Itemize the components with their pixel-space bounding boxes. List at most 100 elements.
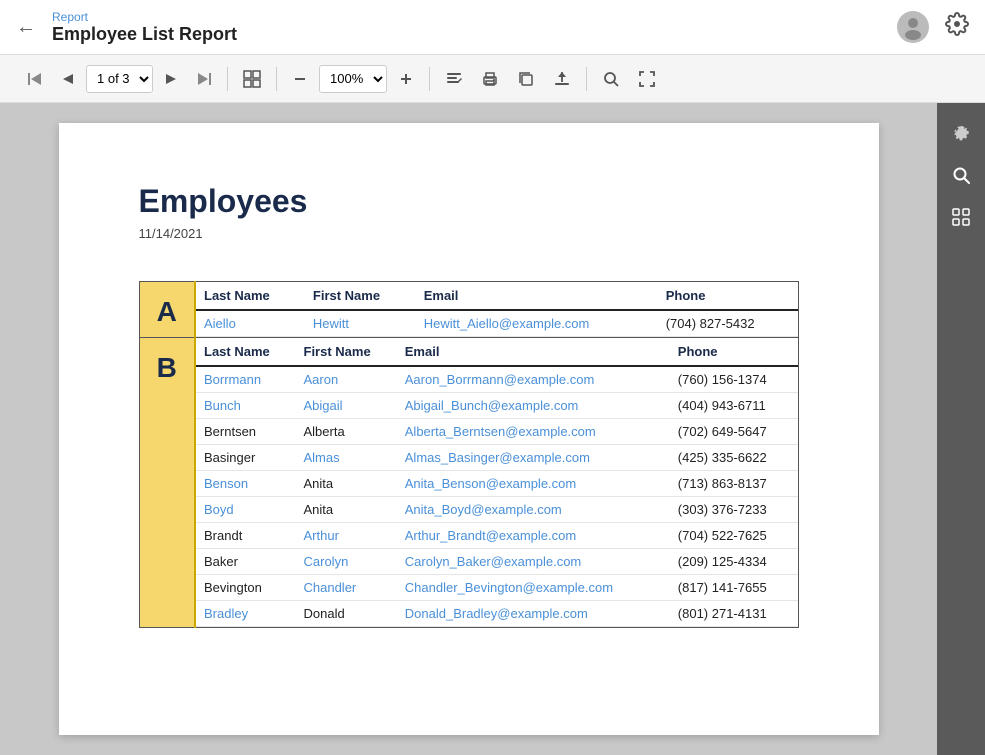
first-name-cell: Anita bbox=[296, 497, 397, 523]
print-button[interactable] bbox=[474, 65, 506, 93]
last-name-cell: Borrmann bbox=[196, 366, 296, 393]
col-email-b: Email bbox=[397, 338, 670, 366]
first-name-cell: Chandler bbox=[296, 575, 397, 601]
page-selector[interactable]: 1 of 3 2 of 3 3 of 3 bbox=[86, 65, 153, 93]
phone-cell: (702) 649-5647 bbox=[670, 419, 798, 445]
divider-1 bbox=[227, 67, 228, 91]
table-row: Basinger Almas Almas_Basinger@example.co… bbox=[196, 445, 798, 471]
table-row: Benson Anita Anita_Benson@example.com (7… bbox=[196, 471, 798, 497]
sidebar-search-button[interactable] bbox=[943, 157, 979, 193]
email-cell: Anita_Boyd@example.com bbox=[397, 497, 670, 523]
avatar bbox=[897, 11, 929, 43]
export-button[interactable] bbox=[546, 65, 578, 93]
email-cell: Aaron_Borrmann@example.com bbox=[397, 366, 670, 393]
last-page-button[interactable] bbox=[189, 66, 219, 92]
table-row: Borrmann Aaron Aaron_Borrmann@example.co… bbox=[196, 366, 798, 393]
report-title: Employees bbox=[139, 183, 799, 220]
col-first-name-b: First Name bbox=[296, 338, 397, 366]
report-viewer[interactable]: Employees 11/14/2021 A Last Name First N… bbox=[0, 103, 937, 755]
report-page: Employees 11/14/2021 A Last Name First N… bbox=[59, 123, 879, 735]
app-header: ← Report Employee List Report bbox=[0, 0, 985, 55]
section-b-table: B Last Name First Name Email Phone bbox=[139, 338, 799, 628]
first-name-cell: Arthur bbox=[296, 523, 397, 549]
email-cell: Abigail_Bunch@example.com bbox=[397, 393, 670, 419]
header-right bbox=[897, 11, 969, 43]
col-phone-a: Phone bbox=[658, 282, 798, 310]
col-last-name-a: Last Name bbox=[196, 282, 305, 310]
section-a-label: A bbox=[139, 282, 195, 338]
email-cell: Donald_Bradley@example.com bbox=[397, 601, 670, 627]
edit-button[interactable] bbox=[438, 65, 470, 93]
table-row: Baker Carolyn Carolyn_Baker@example.com … bbox=[196, 549, 798, 575]
email-cell: Almas_Basinger@example.com bbox=[397, 445, 670, 471]
first-name-cell: Almas bbox=[296, 445, 397, 471]
section-b-inner: Last Name First Name Email Phone Borrman… bbox=[196, 338, 798, 627]
first-name-cell: Donald bbox=[296, 601, 397, 627]
table-row: Aiello Hewitt Hewitt_Aiello@example.com … bbox=[196, 310, 798, 337]
sidebar-settings-button[interactable] bbox=[943, 115, 979, 151]
phone-cell: (760) 156-1374 bbox=[670, 366, 798, 393]
search-button[interactable] bbox=[595, 65, 627, 93]
email-cell: Chandler_Bevington@example.com bbox=[397, 575, 670, 601]
section-a-table: A Last Name First Name Email Phone bbox=[139, 281, 799, 338]
phone-cell: (303) 376-7233 bbox=[670, 497, 798, 523]
main-area: Employees 11/14/2021 A Last Name First N… bbox=[0, 103, 985, 755]
phone-cell: (817) 141-7655 bbox=[670, 575, 798, 601]
breadcrumb: Report bbox=[52, 10, 237, 24]
section-a-content: Last Name First Name Email Phone Aiello bbox=[195, 282, 798, 338]
first-name-cell: Abigail bbox=[296, 393, 397, 419]
page-title: Employee List Report bbox=[52, 24, 237, 45]
divider-3 bbox=[429, 67, 430, 91]
col-first-name-a: First Name bbox=[305, 282, 416, 310]
first-name-cell: Carolyn bbox=[296, 549, 397, 575]
table-row: Bunch Abigail Abigail_Bunch@example.com … bbox=[196, 393, 798, 419]
last-name-cell: Bevington bbox=[196, 575, 296, 601]
last-name-cell: Benson bbox=[196, 471, 296, 497]
table-row: Bevington Chandler Chandler_Bevington@ex… bbox=[196, 575, 798, 601]
email-cell: Anita_Benson@example.com bbox=[397, 471, 670, 497]
phone-cell: (425) 335-6622 bbox=[670, 445, 798, 471]
phone-cell: (209) 125-4334 bbox=[670, 549, 798, 575]
last-name-cell: Bradley bbox=[196, 601, 296, 627]
table-row: Berntsen Alberta Alberta_Berntsen@exampl… bbox=[196, 419, 798, 445]
email-cell: Hewitt_Aiello@example.com bbox=[416, 310, 658, 337]
table-row: Bradley Donald Donald_Bradley@example.co… bbox=[196, 601, 798, 627]
table-row: Brandt Arthur Arthur_Brandt@example.com … bbox=[196, 523, 798, 549]
phone-cell: (704) 522-7625 bbox=[670, 523, 798, 549]
section-a-col-header: Last Name First Name Email Phone bbox=[196, 282, 798, 310]
prev-page-button[interactable] bbox=[54, 67, 82, 91]
sidebar-tree-button[interactable] bbox=[943, 199, 979, 235]
col-email-a: Email bbox=[416, 282, 658, 310]
zoom-out-button[interactable] bbox=[285, 66, 315, 92]
first-page-button[interactable] bbox=[20, 66, 50, 92]
section-a-inner: Last Name First Name Email Phone Aiello bbox=[196, 282, 798, 337]
last-name-cell: Basinger bbox=[196, 445, 296, 471]
phone-cell: (801) 271-4131 bbox=[670, 601, 798, 627]
header-title-block: Report Employee List Report bbox=[52, 10, 237, 45]
phone-cell: (704) 827-5432 bbox=[658, 310, 798, 337]
email-cell: Arthur_Brandt@example.com bbox=[397, 523, 670, 549]
zoom-in-button[interactable] bbox=[391, 66, 421, 92]
layout-button[interactable] bbox=[236, 65, 268, 93]
last-name-cell: Aiello bbox=[196, 310, 305, 337]
back-button[interactable]: ← bbox=[16, 16, 40, 39]
report-date: 11/14/2021 bbox=[139, 226, 799, 241]
section-b-row: B Last Name First Name Email Phone bbox=[139, 338, 798, 628]
copy-button[interactable] bbox=[510, 65, 542, 93]
right-sidebar bbox=[937, 103, 985, 755]
divider-2 bbox=[276, 67, 277, 91]
divider-4 bbox=[586, 67, 587, 91]
email-cell: Carolyn_Baker@example.com bbox=[397, 549, 670, 575]
table-row: Boyd Anita Anita_Boyd@example.com (303) … bbox=[196, 497, 798, 523]
zoom-selector[interactable]: 50% 75% 100% 125% 150% 200% bbox=[319, 65, 387, 93]
first-name-cell: Hewitt bbox=[305, 310, 416, 337]
last-name-cell: Bunch bbox=[196, 393, 296, 419]
toolbar: 1 of 3 2 of 3 3 of 3 50% 75% 100% 125% 1… bbox=[0, 55, 985, 103]
phone-cell: (404) 943-6711 bbox=[670, 393, 798, 419]
fullscreen-button[interactable] bbox=[631, 65, 663, 93]
last-name-cell: Baker bbox=[196, 549, 296, 575]
section-a-row: A Last Name First Name Email Phone bbox=[139, 282, 798, 338]
first-name-cell: Aaron bbox=[296, 366, 397, 393]
next-page-button[interactable] bbox=[157, 67, 185, 91]
settings-icon[interactable] bbox=[945, 12, 969, 42]
